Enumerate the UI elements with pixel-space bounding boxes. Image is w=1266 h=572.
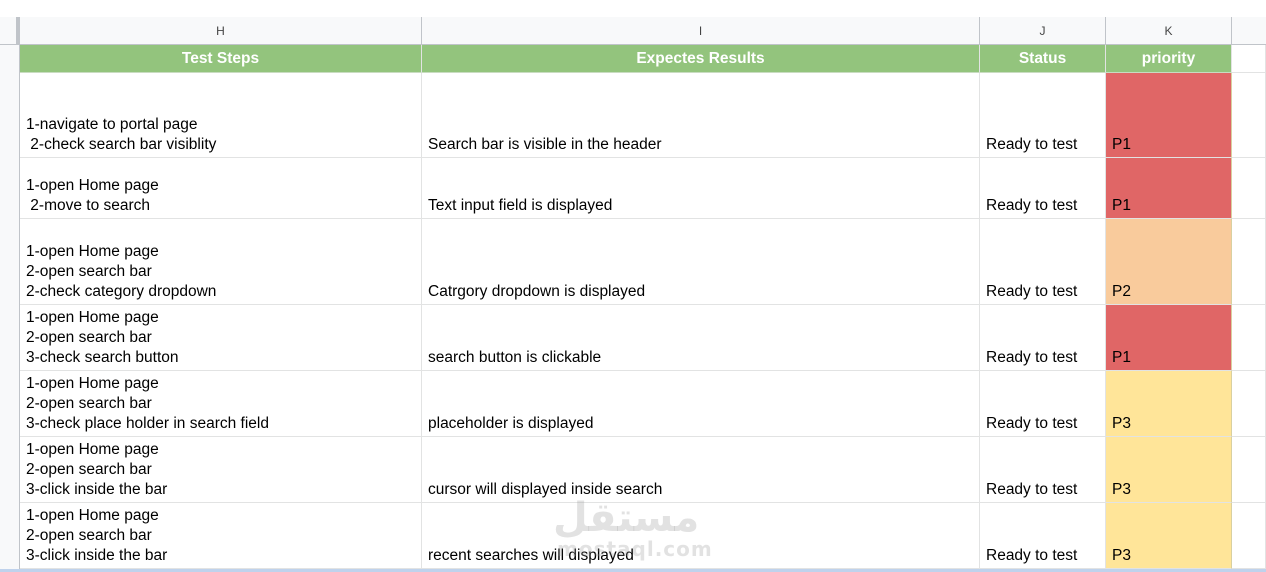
column-header-k[interactable]: K: [1106, 17, 1232, 45]
empty-cell[interactable]: [1232, 73, 1266, 158]
empty-cell[interactable]: [1232, 158, 1266, 219]
expected-result-cell[interactable]: Search bar is visible in the header: [422, 73, 980, 158]
expected-result-cell[interactable]: placeholder is displayed: [422, 371, 980, 437]
priority-cell[interactable]: P2: [1106, 219, 1232, 305]
spreadsheet-grid: H I J K Test Steps Expectes Results Stat…: [0, 0, 1266, 572]
status-cell[interactable]: Ready to test: [980, 437, 1106, 503]
empty-cell[interactable]: [1232, 503, 1266, 569]
empty-cell[interactable]: [1232, 371, 1266, 437]
priority-cell[interactable]: P1: [1106, 73, 1232, 158]
toolbar-edge: [0, 0, 1266, 18]
expected-result-cell[interactable]: recent searches will displayed: [422, 503, 980, 569]
header-cell-test-steps[interactable]: Test Steps: [20, 45, 422, 73]
test-steps-cell[interactable]: 1-open Home page 2-open search bar 2-che…: [20, 219, 422, 305]
status-cell[interactable]: Ready to test: [980, 73, 1106, 158]
expected-result-cell[interactable]: search button is clickable: [422, 305, 980, 371]
row-header-strip: [0, 45, 20, 572]
expected-result-cell[interactable]: Catrgory dropdown is displayed: [422, 219, 980, 305]
test-steps-cell[interactable]: 1-open Home page 2-open search bar 3-che…: [20, 305, 422, 371]
status-cell[interactable]: Ready to test: [980, 503, 1106, 569]
test-steps-cell[interactable]: 1-open Home page 2-open search bar 3-cli…: [20, 437, 422, 503]
priority-cell[interactable]: P1: [1106, 305, 1232, 371]
test-steps-cell[interactable]: 1-open Home page 2-move to search: [20, 158, 422, 219]
expected-result-cell[interactable]: cursor will displayed inside search: [422, 437, 980, 503]
empty-cell[interactable]: [1232, 219, 1266, 305]
column-header-l[interactable]: [1232, 17, 1266, 45]
expected-result-cell[interactable]: Text input field is displayed: [422, 158, 980, 219]
priority-cell[interactable]: P3: [1106, 437, 1232, 503]
priority-cell[interactable]: P3: [1106, 371, 1232, 437]
column-header-j[interactable]: J: [980, 17, 1106, 45]
column-header-i[interactable]: I: [422, 17, 980, 45]
empty-cell[interactable]: [1232, 45, 1266, 73]
priority-cell[interactable]: P1: [1106, 158, 1232, 219]
column-header-h[interactable]: H: [20, 17, 422, 45]
header-cell-expected-results[interactable]: Expectes Results: [422, 45, 980, 73]
status-cell[interactable]: Ready to test: [980, 371, 1106, 437]
status-cell[interactable]: Ready to test: [980, 158, 1106, 219]
priority-cell[interactable]: P3: [1106, 503, 1232, 569]
header-cell-status[interactable]: Status: [980, 45, 1106, 73]
test-steps-cell[interactable]: 1-open Home page 2-open search bar 3-cli…: [20, 503, 422, 569]
empty-cell[interactable]: [1232, 437, 1266, 503]
empty-cell[interactable]: [1232, 305, 1266, 371]
select-all-corner[interactable]: [0, 17, 20, 45]
header-cell-priority[interactable]: priority: [1106, 45, 1232, 73]
test-steps-cell[interactable]: 1-open Home page 2-open search bar 3-che…: [20, 371, 422, 437]
column-headers: H I J K: [20, 17, 1266, 45]
status-cell[interactable]: Ready to test: [980, 305, 1106, 371]
status-cell[interactable]: Ready to test: [980, 219, 1106, 305]
test-steps-cell[interactable]: 1-navigate to portal page 2-check search…: [20, 73, 422, 158]
